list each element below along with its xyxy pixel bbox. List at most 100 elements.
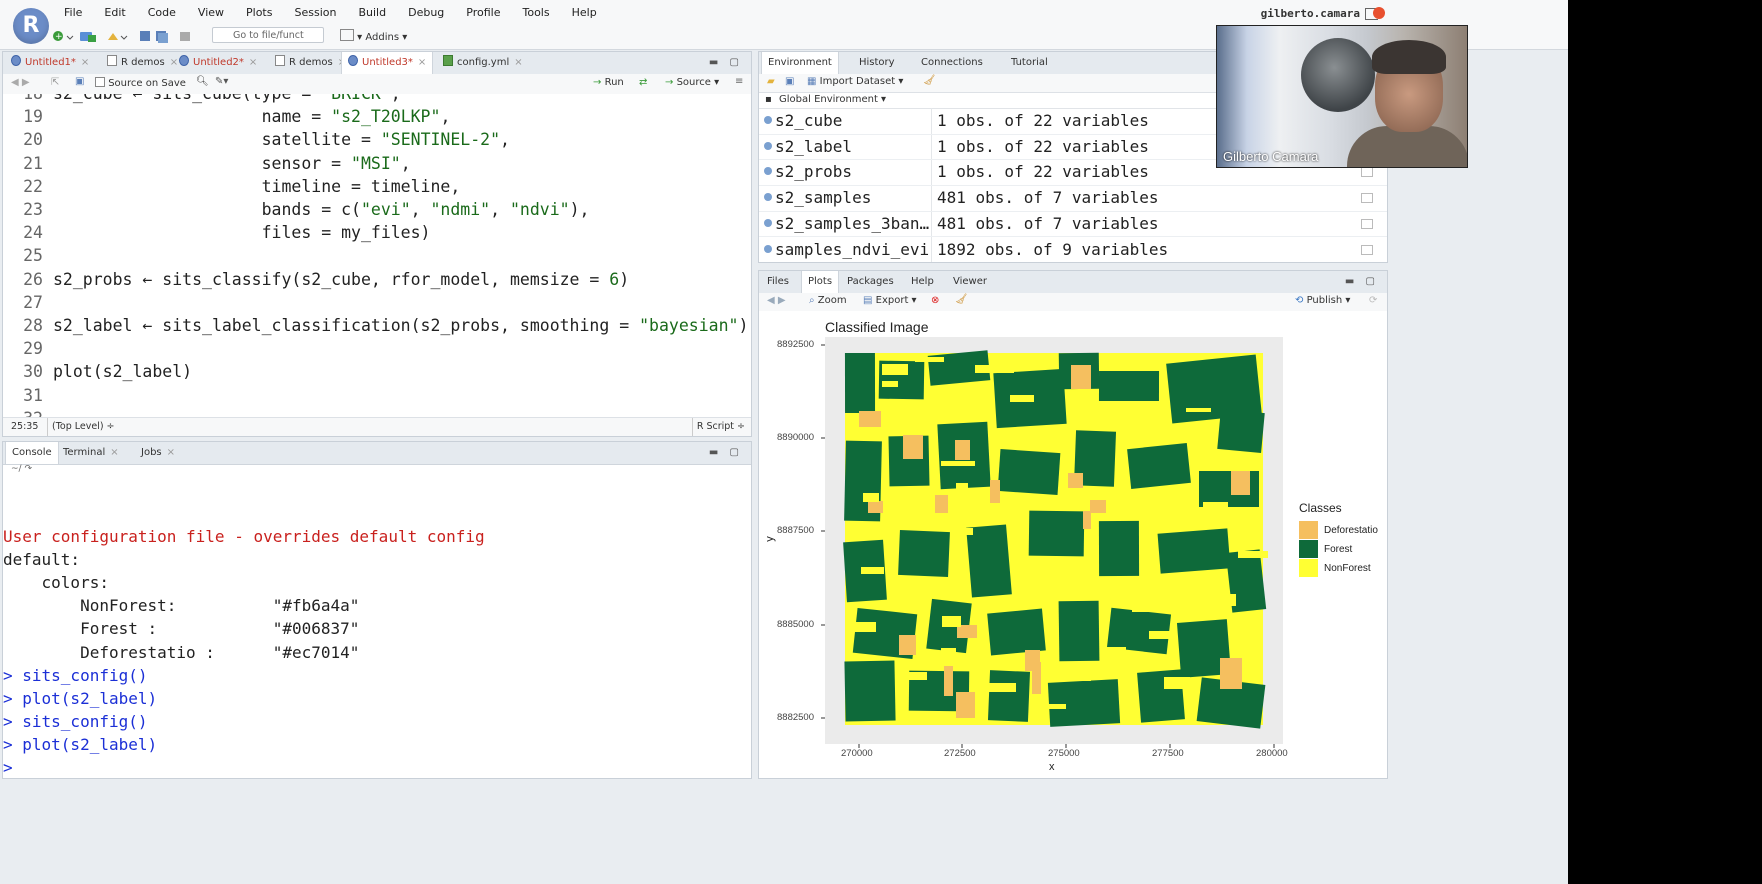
nonforest-strip xyxy=(1103,647,1126,652)
console-output[interactable]: User configuration file - overrides defa… xyxy=(3,502,751,778)
nonforest-strip xyxy=(956,483,968,494)
clear-plots-icon[interactable]: 🧹︎ xyxy=(955,294,968,305)
deforestation-patch xyxy=(955,440,970,460)
view-table-icon[interactable] xyxy=(1361,193,1373,204)
menu-item-session[interactable]: Session xyxy=(294,6,336,19)
toolbar-icons[interactable]: + xyxy=(52,28,192,44)
menu-item-build[interactable]: Build xyxy=(358,6,386,19)
environment-row[interactable]: s2_samples 481 obs. of 7 variables xyxy=(759,185,1387,212)
console-window-buttons[interactable]: ▬ ▢ xyxy=(709,447,743,458)
deforestation-patch xyxy=(868,501,883,513)
close-icon[interactable]: × xyxy=(81,57,89,68)
menu-item-debug[interactable]: Debug xyxy=(408,6,444,19)
editor-tab[interactable]: R demos× xyxy=(101,52,184,73)
tab-environment[interactable]: Environment xyxy=(761,52,839,74)
code-text[interactable]: s2_cube ← sits_cube(type = "BRICK", name… xyxy=(53,94,748,384)
view-table-icon[interactable] xyxy=(1361,167,1373,178)
editor-tab[interactable]: config.yml × xyxy=(437,52,529,73)
editor-toolbar: ◀ ▶ ⇱ ▣ Source on Save 🔍︎ ✎▾ → Run ⇄ → S… xyxy=(3,74,751,95)
nonforest-strip xyxy=(1036,704,1066,709)
menu-item-view[interactable]: View xyxy=(198,6,224,19)
close-icon[interactable]: × xyxy=(110,447,118,458)
editor-tab[interactable]: Untitled1* × xyxy=(5,52,95,73)
broom-icon[interactable]: 🧹︎ xyxy=(923,75,936,86)
menu-item-tools[interactable]: Tools xyxy=(522,6,549,19)
expand-icon[interactable] xyxy=(764,244,772,253)
nonforest-strip xyxy=(852,622,876,632)
environment-row[interactable]: s2_samples_3ban… 481 obs. of 7 variables xyxy=(759,211,1387,238)
scope-selector[interactable]: (Top Level) ÷ xyxy=(47,418,115,436)
view-table-icon[interactable] xyxy=(1361,218,1373,229)
expand-icon[interactable] xyxy=(764,116,772,124)
close-icon[interactable]: × xyxy=(514,57,522,68)
webcam-overlay: Gilberto Camara xyxy=(1216,25,1468,168)
back-forward-icon[interactable]: ◀ ▶ xyxy=(11,77,30,88)
run-button[interactable]: → Run xyxy=(593,77,624,88)
file-type-selector[interactable]: R Script ÷ xyxy=(691,418,745,436)
deforestation-patch xyxy=(1068,473,1083,488)
tab-files[interactable]: Files xyxy=(761,271,795,292)
tab-jobs[interactable]: Jobs × xyxy=(135,442,181,463)
source-button[interactable]: → Source ▾ xyxy=(665,77,719,88)
menu-item-help[interactable]: Help xyxy=(572,6,597,19)
editor-tab[interactable]: R demos× xyxy=(269,52,352,73)
editor-tab-label: R demos xyxy=(121,57,165,68)
tab-connections[interactable]: Connections xyxy=(915,52,989,73)
search-icon[interactable]: 🔍︎ xyxy=(196,76,209,87)
code-editor[interactable]: 181920212223242526272829303132 s2_cube ←… xyxy=(3,94,751,434)
source-on-save[interactable]: Source on Save xyxy=(95,77,186,89)
expand-icon[interactable] xyxy=(764,193,772,202)
outline-icon[interactable]: ≡ xyxy=(735,76,743,87)
code-tools-icon[interactable]: ✎▾ xyxy=(215,76,228,87)
menu-item-file[interactable]: File xyxy=(64,6,82,19)
variable-value: 1 obs. of 22 variables xyxy=(937,162,1149,182)
close-icon[interactable]: × xyxy=(167,447,175,458)
source-on-save-checkbox[interactable] xyxy=(95,77,105,87)
publish-button[interactable]: ⟲ Publish ▾ xyxy=(1295,295,1350,306)
power-icon[interactable] xyxy=(1373,7,1385,19)
environment-row[interactable]: samples_ndvi_evi 1892 obs. of 9 variables xyxy=(759,237,1387,263)
save-workspace-icon[interactable]: ▣ xyxy=(785,76,794,87)
zoom-button[interactable]: ⌕ Zoom xyxy=(809,295,847,306)
menu-item-code[interactable]: Code xyxy=(148,6,176,19)
go-to-file-input[interactable]: Go to file/funct xyxy=(212,27,324,43)
close-icon[interactable]: × xyxy=(249,57,257,68)
expand-icon[interactable] xyxy=(764,167,772,176)
expand-icon[interactable] xyxy=(764,141,772,150)
nonforest-strip xyxy=(1065,674,1091,681)
menu-item-edit[interactable]: Edit xyxy=(104,6,125,19)
export-button[interactable]: ▤ Export ▾ xyxy=(863,295,917,306)
tab-viewer[interactable]: Viewer xyxy=(947,271,993,292)
tab-packages[interactable]: Packages xyxy=(841,271,900,292)
tab-console[interactable]: Console xyxy=(5,442,59,464)
refresh-icon[interactable]: ⟳ xyxy=(1369,295,1377,306)
open-icon[interactable]: ▰ xyxy=(767,76,775,87)
editor-tab[interactable]: Untitled3* × xyxy=(341,52,434,74)
show-in-window-icon[interactable]: ⇱ xyxy=(51,77,59,88)
line-number: 29 xyxy=(23,339,43,359)
close-icon[interactable]: × xyxy=(418,57,426,68)
tab-terminal[interactable]: Terminal × xyxy=(57,442,125,463)
expand-icon[interactable] xyxy=(764,218,772,227)
pane-window-buttons[interactable]: ▬ ▢ xyxy=(709,57,743,68)
editor-tab[interactable]: Untitled2* × xyxy=(173,52,263,73)
remove-plot-icon[interactable]: ⊗ xyxy=(931,295,939,306)
import-dataset-button[interactable]: ▦ Import Dataset ▾ xyxy=(807,76,903,87)
nonforest-strip xyxy=(941,648,956,652)
plots-window-buttons[interactable]: ▬ ▢ xyxy=(1345,276,1379,287)
forest-patch xyxy=(1098,370,1160,402)
addins-menu[interactable]: ▾ Addins ▾ xyxy=(340,29,407,43)
tab-help[interactable]: Help xyxy=(905,271,940,292)
forest-patch xyxy=(987,670,1031,722)
deforestation-patch xyxy=(990,480,1000,507)
files-tabs: Files Plots Packages Help Viewer xyxy=(759,271,1387,294)
plot-nav-icon[interactable]: ◀ ▶ xyxy=(767,295,786,306)
tab-plots[interactable]: Plots xyxy=(801,271,840,293)
rerun-icon[interactable]: ⇄ xyxy=(639,77,647,88)
menu-item-plots[interactable]: Plots xyxy=(246,6,272,19)
save-icon[interactable]: ▣ xyxy=(75,76,84,87)
menu-item-profile[interactable]: Profile xyxy=(466,6,500,19)
view-table-icon[interactable] xyxy=(1361,244,1373,255)
tab-tutorial[interactable]: Tutorial xyxy=(1005,52,1054,73)
tab-history[interactable]: History xyxy=(853,52,901,73)
